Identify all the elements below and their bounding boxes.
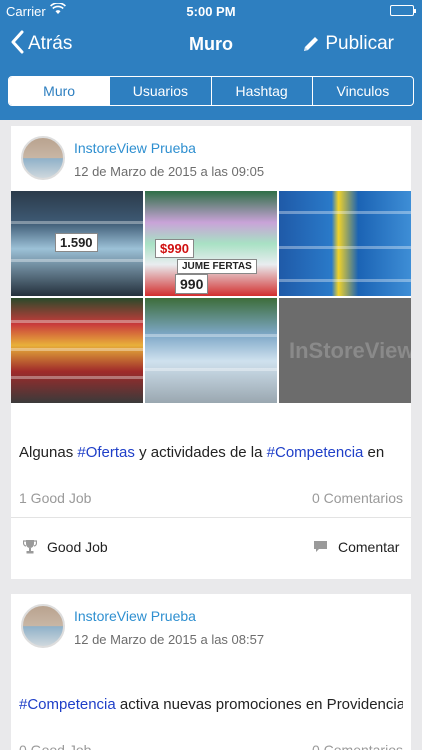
post-caption: Algunas #Ofertas y actividades de la #Co… xyxy=(19,444,385,461)
good-job-label: Good Job xyxy=(47,539,108,555)
chevron-left-icon xyxy=(10,30,24,59)
pencil-icon xyxy=(304,37,319,51)
publish-button[interactable]: Publicar xyxy=(301,30,394,58)
post-date: 12 de Marzo de 2015 a las 08:57 xyxy=(74,632,265,647)
comment-count[interactable]: 0 Comentarios xyxy=(312,742,403,750)
tab-usuarios[interactable]: Usuarios xyxy=(109,77,210,105)
price-tag: $990 xyxy=(155,239,194,258)
battery-icon xyxy=(390,5,416,16)
post-photo[interactable]: 1.590 xyxy=(11,191,143,296)
app-header: Carrier 5:00 PM Atrás Muro Publicar Muro… xyxy=(0,0,422,120)
post-photo[interactable] xyxy=(279,191,411,296)
status-time: 5:00 PM xyxy=(186,4,236,19)
post-card: InstoreView Prueba 12 de Marzo de 2015 a… xyxy=(11,594,411,750)
sale-label: JUME FERTAS xyxy=(177,259,257,274)
price-tag: 1.590 xyxy=(55,233,98,252)
avatar[interactable] xyxy=(21,604,65,648)
back-button[interactable]: Atrás xyxy=(10,30,72,58)
avatar[interactable] xyxy=(21,136,65,180)
good-job-count[interactable]: 1 Good Job xyxy=(19,490,91,506)
divider xyxy=(11,517,411,518)
nav-bar: Atrás Muro Publicar xyxy=(0,22,422,66)
trophy-icon xyxy=(23,539,37,555)
post-card: InstoreView Prueba 12 de Marzo de 2015 a… xyxy=(11,126,411,579)
post-photo[interactable]: InStoreView xyxy=(279,298,411,403)
hashtag-link[interactable]: #Competencia xyxy=(267,444,364,461)
post-author[interactable]: InstoreView Prueba xyxy=(74,608,196,624)
watermark-logo: InStoreView xyxy=(289,338,411,363)
post-photo[interactable] xyxy=(145,298,277,403)
photo-grid: 1.590 $990 JUME FERTAS 990 InStoreView xyxy=(11,191,411,405)
section-tabs: Muro Usuarios Hashtag Vinculos xyxy=(8,76,414,106)
post-photo[interactable]: $990 JUME FERTAS 990 xyxy=(145,191,277,296)
back-label: Atrás xyxy=(28,33,73,54)
price-tag: 990 xyxy=(175,274,209,294)
post-author[interactable]: InstoreView Prueba xyxy=(74,140,196,156)
comment-count[interactable]: 0 Comentarios xyxy=(312,490,403,506)
tab-hashtag[interactable]: Hashtag xyxy=(210,77,312,105)
post-stats: 1 Good Job 0 Comentarios xyxy=(19,490,403,506)
hashtag-link[interactable]: #Competencia xyxy=(19,696,116,713)
tab-muro[interactable]: Muro xyxy=(9,77,110,105)
publish-label: Publicar xyxy=(325,33,394,54)
good-job-count[interactable]: 0 Good Job xyxy=(19,742,91,750)
comment-button[interactable]: Comentar xyxy=(313,522,399,572)
post-stats: 0 Good Job 0 Comentarios xyxy=(19,742,403,750)
post-actions: Good Job Comentar xyxy=(11,522,411,572)
good-job-button[interactable]: Good Job xyxy=(23,522,108,572)
post-photo[interactable] xyxy=(11,298,143,403)
post-caption: #Competencia activa nuevas promociones e… xyxy=(19,696,403,713)
hashtag-link[interactable]: #Ofertas xyxy=(77,444,135,461)
tab-vinculos[interactable]: Vinculos xyxy=(311,77,413,105)
post-date: 12 de Marzo de 2015 a las 09:05 xyxy=(74,164,265,179)
status-bar: Carrier 5:00 PM xyxy=(0,0,422,22)
comment-icon xyxy=(313,540,328,554)
comment-label: Comentar xyxy=(338,539,400,555)
